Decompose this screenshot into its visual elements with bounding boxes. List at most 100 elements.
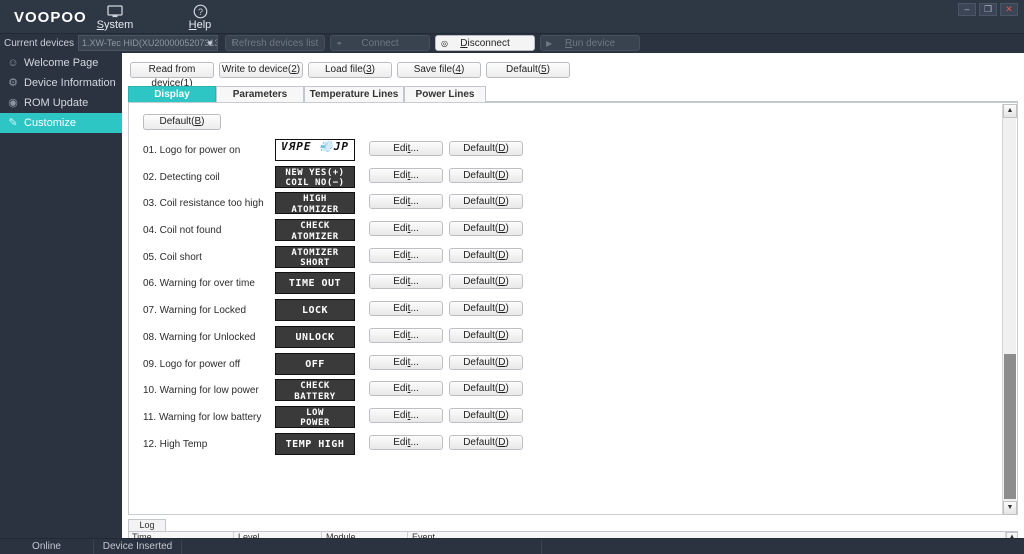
lcd-preview: LOW POWER — [275, 405, 355, 428]
menu-help-label: Help — [188, 19, 212, 31]
scroll-up-icon[interactable]: ▲ — [1003, 104, 1017, 118]
status-connection: Online — [0, 539, 94, 554]
play-icon: ▶ — [546, 39, 553, 48]
row-label: 04. Coil not found — [143, 225, 222, 237]
row-label: 07. Warning for Locked — [143, 305, 247, 317]
edit-button[interactable]: Edit... — [369, 221, 443, 237]
sidebar: ☺ Welcome Page ⚙ Device Information ◉ RO… — [0, 53, 122, 538]
scroll-down-icon[interactable]: ▼ — [1003, 501, 1017, 515]
table-row: 06. Warning for over time TIME OUT Edit.… — [129, 270, 995, 297]
tab-power-lines[interactable]: Power Lines — [404, 86, 486, 102]
edit-button[interactable]: Edit... — [369, 194, 443, 210]
sidebar-item-device-information[interactable]: ⚙ Device Information — [0, 73, 122, 93]
load-file-button[interactable]: Load file(3) — [308, 62, 392, 78]
lcd-preview: TEMP HIGH — [275, 432, 355, 455]
sidebar-item-welcome-page[interactable]: ☺ Welcome Page — [0, 53, 122, 73]
run-device-label: Run device — [564, 38, 616, 49]
circle-icon: ◎ — [441, 39, 448, 48]
tab-bar: Display Parameters Temperature Lines Pow… — [128, 86, 1018, 102]
row-label: 06. Warning for over time — [143, 278, 255, 290]
save-file-button[interactable]: Save file(4) — [397, 62, 481, 78]
tab-log[interactable]: Log — [128, 519, 166, 531]
edit-button[interactable]: Edit... — [369, 247, 443, 263]
sidebar-item-label: Device Information — [24, 77, 116, 89]
row-default-button[interactable]: Default(D) — [449, 381, 523, 397]
row-default-button[interactable]: Default(D) — [449, 434, 523, 450]
edit-button[interactable]: Edit... — [369, 327, 443, 343]
app-logo: VOOPOO — [14, 9, 87, 26]
smiley-circle-icon: ☺ — [7, 57, 19, 69]
maximize-button[interactable]: ❐ — [979, 3, 997, 16]
row-default-button[interactable]: Default(D) — [449, 354, 523, 370]
minimize-button[interactable]: – — [958, 3, 976, 16]
disconnect-button[interactable]: ◎ Disconnect — [435, 35, 535, 51]
device-toolbar: Current devices 1.XW-Tec HID(XU200000520… — [0, 34, 1024, 53]
question-circle-icon: ? — [165, 1, 235, 19]
row-label: 10. Warning for low power — [143, 385, 259, 397]
lcd-preview: HIGH ATOMIZER — [275, 192, 355, 215]
refresh-devices-list-label: Refresh devices list — [231, 38, 319, 49]
edit-button[interactable]: Edit... — [369, 407, 443, 423]
row-default-button[interactable]: Default(D) — [449, 141, 523, 156]
tab-display[interactable]: Display — [128, 86, 216, 102]
row-default-button[interactable]: Default(D) — [449, 194, 523, 210]
lcd-preview: ATOMIZER SHORT — [275, 245, 355, 268]
row-label: 12. High Temp — [143, 438, 208, 450]
table-row: 07. Warning for Locked LOCK Edit... Defa… — [129, 297, 995, 324]
menu-system[interactable]: System — [80, 0, 150, 34]
edit-button[interactable]: Edit... — [369, 381, 443, 397]
edit-button[interactable]: Edit... — [369, 167, 443, 183]
read-from-device-button[interactable]: Read from device(1) — [130, 62, 214, 89]
panel-default-button[interactable]: Default(B) — [143, 114, 221, 130]
menu-help[interactable]: ? Help — [165, 0, 235, 34]
lcd-preview: OFF — [275, 352, 355, 375]
table-row: 01. Logo for power on VЯPE 💨JP Next Vapo… — [129, 137, 995, 164]
refresh-devices-list-button[interactable]: ↻ Refresh devices list — [225, 35, 325, 51]
table-row: 02. Detecting coil NEW YES(+) COIL NO(−)… — [129, 164, 995, 191]
edit-button[interactable]: Edit... — [369, 434, 443, 450]
edit-button[interactable]: Edit... — [369, 301, 443, 317]
connect-button[interactable]: ⚭ Connect — [330, 35, 430, 51]
table-row: 09. Logo for power off OFF Edit... Defau… — [129, 351, 995, 378]
edit-button[interactable]: Edit... — [369, 274, 443, 290]
menu-system-label: System — [96, 19, 134, 31]
row-default-button[interactable]: Default(D) — [449, 221, 523, 237]
row-default-button[interactable]: Default(D) — [449, 274, 523, 290]
table-row: 08. Warning for Unlocked UNLOCK Edit... … — [129, 324, 995, 351]
tab-temperature-lines[interactable]: Temperature Lines — [304, 86, 404, 102]
current-devices-label: Current devices — [4, 38, 75, 49]
status-device: Device Inserted — [94, 539, 182, 554]
edit-button[interactable]: Edit... — [369, 141, 443, 156]
close-button[interactable]: ✕ — [1000, 3, 1018, 16]
edit-button[interactable]: Edit... — [369, 354, 443, 370]
row-default-button[interactable]: Default(D) — [449, 247, 523, 263]
row-default-button[interactable]: Default(D) — [449, 167, 523, 183]
sidebar-item-customize[interactable]: ✎ Customize — [0, 113, 122, 133]
row-default-button[interactable]: Default(D) — [449, 327, 523, 343]
sidebar-item-rom-update[interactable]: ◉ ROM Update — [0, 93, 122, 113]
target-circle-icon: ◉ — [8, 97, 18, 109]
row-label: 03. Coil resistance too high — [143, 198, 264, 210]
list-scrollbar[interactable]: ▲ ▼ — [1002, 104, 1017, 515]
row-default-button[interactable]: Default(D) — [449, 407, 523, 423]
table-row: 04. Coil not found CHECK ATOMIZER Edit..… — [129, 217, 995, 244]
sidebar-item-label: Welcome Page — [24, 57, 99, 69]
run-device-button[interactable]: ▶ Run device — [540, 35, 640, 51]
tab-parameters[interactable]: Parameters — [216, 86, 304, 102]
monitor-icon — [80, 1, 150, 19]
lcd-preview: VЯPE 💨JP Next Vapor — [275, 139, 355, 161]
status-bar: Online Device Inserted — [0, 538, 1024, 554]
device-select[interactable]: 1.XW-Tec HID(XU20000052073134) ▼ — [78, 35, 218, 51]
lcd-preview: UNLOCK — [275, 325, 355, 348]
connect-label: Connect — [361, 38, 399, 49]
row-default-button[interactable]: Default(D) — [449, 301, 523, 317]
sidebar-item-label: Customize — [24, 117, 76, 129]
row-label: 02. Detecting coil — [143, 171, 220, 183]
scrollbar-thumb[interactable] — [1004, 354, 1016, 499]
default-button[interactable]: Default(5) — [486, 62, 570, 78]
row-label: 01. Logo for power on — [143, 145, 241, 156]
status-extra — [182, 539, 542, 554]
write-to-device-button[interactable]: Write to device(2) — [219, 62, 303, 78]
main-panel: Read from device(1) Write to device(2) L… — [122, 53, 1024, 554]
table-row: 03. Coil resistance too high HIGH ATOMIZ… — [129, 190, 995, 217]
